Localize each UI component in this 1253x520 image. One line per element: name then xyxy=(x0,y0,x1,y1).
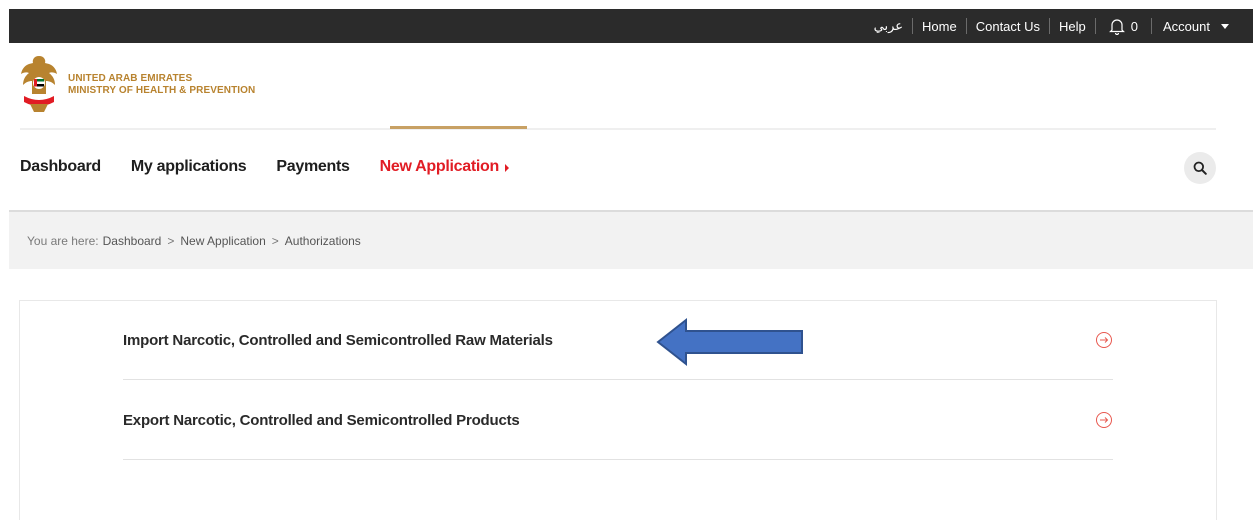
main-navigation: Dashboard My applications Payments New A… xyxy=(20,158,539,176)
divider xyxy=(1049,18,1051,34)
brand-text: UNITED ARAB EMIRATES MINISTRY OF HEALTH … xyxy=(68,73,255,97)
divider xyxy=(912,18,914,34)
nav-new-application[interactable]: New Application xyxy=(380,158,509,176)
circle-arrow-right-icon[interactable] xyxy=(1095,411,1113,429)
contact-us-link[interactable]: Contact Us xyxy=(970,19,1046,34)
chevron-down-icon xyxy=(1221,23,1229,29)
divider xyxy=(1151,18,1153,34)
nav-top-border xyxy=(20,126,1216,130)
left-arrow-annotation xyxy=(656,317,803,367)
notification-count: 0 xyxy=(1130,18,1139,34)
help-link[interactable]: Help xyxy=(1053,19,1092,34)
active-nav-indicator xyxy=(390,126,527,129)
list-item-export[interactable]: Export Narcotic, Controlled and Semicont… xyxy=(123,381,1113,460)
account-menu[interactable]: Account xyxy=(1155,19,1235,34)
divider xyxy=(1094,18,1096,34)
circle-arrow-right-icon[interactable] xyxy=(1095,331,1113,349)
language-link[interactable]: عربي xyxy=(868,18,909,34)
authorizations-panel: Import Narcotic, Controlled and Semicont… xyxy=(19,300,1217,520)
list-item-import[interactable]: Import Narcotic, Controlled and Semicont… xyxy=(123,301,1113,380)
divider xyxy=(965,18,967,34)
chevron-right-icon xyxy=(504,164,509,172)
breadcrumb-new-application[interactable]: New Application xyxy=(180,234,265,248)
breadcrumb-dashboard[interactable]: Dashboard xyxy=(103,234,162,248)
breadcrumb-separator: > xyxy=(271,233,279,248)
top-utility-bar: عربي Home Contact Us Help 0 Account xyxy=(9,9,1253,43)
search-icon xyxy=(1193,161,1207,175)
home-link[interactable]: Home xyxy=(916,19,963,34)
nav-new-application-label: New Application xyxy=(379,158,500,175)
breadcrumb: You are here: Dashboard > New Applicatio… xyxy=(9,212,1253,269)
uae-emblem-icon xyxy=(21,56,57,112)
notifications-button[interactable]: 0 xyxy=(1099,17,1148,35)
nav-my-applications[interactable]: My applications xyxy=(131,158,247,176)
breadcrumb-separator: > xyxy=(167,233,175,248)
brand-line-1: UNITED ARAB EMIRATES xyxy=(68,73,193,84)
bell-icon xyxy=(1108,19,1125,35)
brand-logo[interactable]: UNITED ARAB EMIRATES MINISTRY OF HEALTH … xyxy=(20,52,255,118)
account-label: Account xyxy=(1163,18,1210,34)
list-item-label: Import Narcotic, Controlled and Semicont… xyxy=(123,331,553,349)
breadcrumb-authorizations: Authorizations xyxy=(284,233,361,248)
brand-line-2: MINISTRY OF HEALTH & PREVENTION xyxy=(68,85,256,96)
list-item-label: Export Narcotic, Controlled and Semicont… xyxy=(123,411,520,429)
nav-dashboard[interactable]: Dashboard xyxy=(20,158,101,176)
breadcrumb-lead: You are here: xyxy=(27,233,99,248)
search-button[interactable] xyxy=(1184,152,1216,184)
nav-payments[interactable]: Payments xyxy=(276,158,350,176)
